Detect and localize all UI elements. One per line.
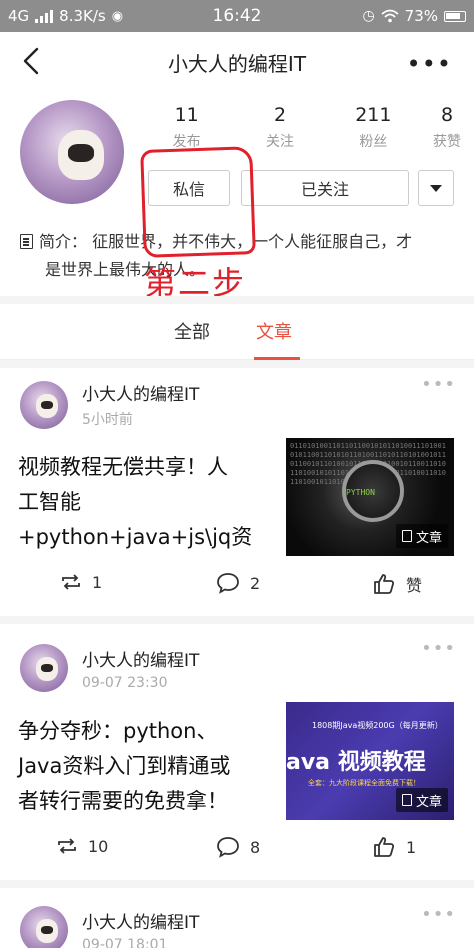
thumbnail-text: PYTHON [346,488,375,497]
annotation-circle [140,146,256,258]
repost-count: 1 [92,572,103,592]
avatar-image [36,919,58,943]
author-name[interactable]: 小大人的编程IT [82,646,199,671]
avatar-image [36,393,58,418]
profile-stats: 11 发布 2 关注 211 粉丝 8 获赞 [140,104,474,151]
battery-icon [444,10,466,22]
section-divider [0,880,474,888]
post-time: 5小时前 [82,412,133,428]
article-badge: 文章 [395,788,448,812]
comment-count: 2 [250,573,261,593]
author-avatar[interactable] [20,906,68,948]
author-name[interactable]: 小大人的编程IT [82,908,199,933]
post-actions: 1 2 赞 [0,572,474,602]
more-horizontal-icon[interactable]: ••• [421,906,456,925]
comment-count: 8 [250,837,261,857]
document-icon [401,794,412,806]
thumbs-up-icon [374,837,395,857]
stat-following[interactable]: 2 关注 [233,104,326,151]
repost-icon [62,574,80,590]
feed-card[interactable]: 小大人的编程IT 09-07 18:01 ••• [0,906,474,948]
comment-button[interactable]: 8 [216,836,260,858]
post-title-line: 工智能 [18,490,81,514]
comment-icon [217,573,239,594]
stat-label: 获赞 [433,134,461,150]
section-divider [0,616,474,624]
post-title-line: 者转行需要的免费拿！ [18,789,228,813]
post-author[interactable]: 小大人的编程IT 09-07 23:30 [20,644,199,692]
post-author[interactable]: 小大人的编程IT 5小时前 [20,380,199,429]
post-title-line: 争分夺秒：python、 [18,719,218,743]
stat-label: 关注 [265,134,294,150]
stat-number: 2 [273,104,287,126]
stat-label: 粉丝 [359,134,388,150]
post-time: 09-07 23:30 [82,674,168,691]
post-actions: 10 8 1 [0,836,474,866]
post-time: 09-07 18:01 [82,936,168,948]
post-author[interactable]: 小大人的编程IT 09-07 18:01 [20,906,199,948]
author-avatar[interactable] [20,644,68,692]
repost-count: 10 [88,836,109,856]
repost-icon [58,838,76,854]
post-title-line: Java资料入门到精通或 [18,754,231,778]
repost-button[interactable]: 10 [56,836,108,856]
content-tabs: 全部 文章 [0,310,474,360]
avatar-image [58,130,104,180]
more-horizontal-icon[interactable]: ••• [421,374,456,395]
feed-card[interactable]: 小大人的编程IT 5小时前 ••• 视频教程无偿共享！人 工智能 +python… [0,374,474,616]
thumbs-up-icon [374,574,395,594]
stat-number: 11 [174,104,199,126]
wifi-icon [381,9,399,23]
like-button[interactable]: 赞 [372,572,422,596]
post-title[interactable]: 视频教程无偿共享！人 工智能 +python+java+js\jq资 [18,450,270,555]
feed-card[interactable]: 小大人的编程IT 09-07 23:30 ••• 争分夺秒：python、 Ja… [0,638,474,880]
badge-label: 文章 [415,794,442,810]
status-right: ◷ 73% [362,7,466,25]
tab-all[interactable]: 全部 [174,318,210,344]
more-horizontal-icon[interactable]: ••• [407,50,452,78]
thumbnail-text-bottom: 全套：九大阶段课程全面免费下载！ [308,779,420,787]
post-title-line: +python+java+js\jq资 [18,525,253,549]
like-label: 赞 [406,576,423,595]
like-count: 1 [406,837,417,857]
document-icon [20,234,33,249]
post-thumbnail[interactable]: 1808期Java视频200G（每月更新） ava 视频教程 全套：九大阶段课程… [286,702,454,820]
stat-followers[interactable]: 211 粉丝 [327,104,420,151]
document-icon [401,530,412,542]
follow-button[interactable]: 已关注 [241,170,409,206]
comment-button[interactable]: 2 [216,572,260,594]
comment-icon [217,837,239,858]
caret-down-icon [430,184,442,192]
tab-article[interactable]: 文章 [256,318,292,344]
like-button[interactable]: 1 [372,836,416,858]
avatar-image [36,657,58,681]
page-title: 小大人的编程IT [167,52,307,76]
stat-likes[interactable]: 8 获赞 [420,104,474,151]
status-bar: 4G 8.3K/s ◉ 16:42 ◷ 73% [0,0,474,32]
stat-number: 8 [440,104,454,126]
section-divider [0,360,474,368]
author-avatar[interactable] [20,380,68,429]
thumbnail-text-top: 1808期Java视频200G（每月更新） [312,721,443,730]
post-title-line: 视频教程无偿共享！人 [18,455,228,479]
more-horizontal-icon[interactable]: ••• [421,638,456,659]
nav-bar: 小大人的编程IT ••• [0,32,474,90]
stat-number: 211 [355,104,392,126]
alarm-icon: ◷ [362,8,375,24]
battery-percent: 73% [404,7,438,25]
thumbnail-text-main: ava 视频教程 [286,750,426,775]
badge-label: 文章 [415,530,442,546]
stat-posts[interactable]: 11 发布 [140,104,233,151]
section-divider [0,296,474,304]
repost-button[interactable]: 1 [60,572,102,592]
author-name[interactable]: 小大人的编程IT [82,380,199,405]
post-thumbnail[interactable]: 0110101001101101100101011010011101001010… [286,438,454,556]
article-badge: 文章 [395,524,448,548]
post-title[interactable]: 争分夺秒：python、 Java资料入门到精通或 者转行需要的免费拿！ [18,714,270,819]
profile-avatar[interactable] [20,100,124,204]
recommend-dropdown-button[interactable] [418,170,454,206]
